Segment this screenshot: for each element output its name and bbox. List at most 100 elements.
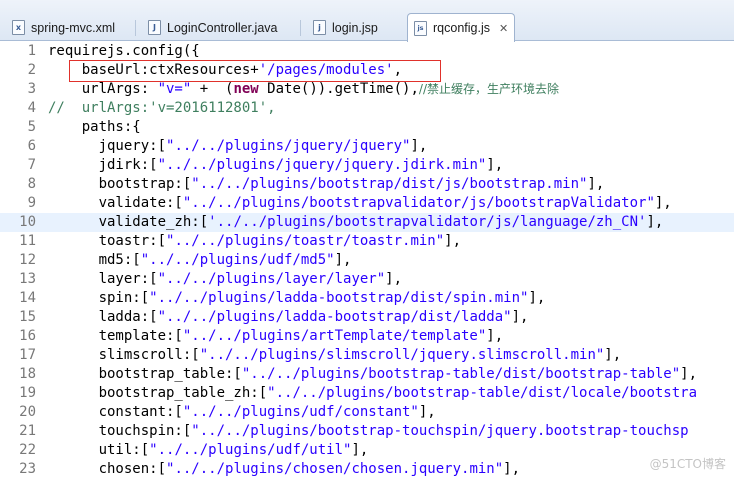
code-token: ],	[654, 195, 672, 211]
code-token: ],	[486, 328, 504, 344]
close-tab-icon[interactable]: ✕	[499, 22, 508, 35]
code-token: bootstrap_table:[	[48, 366, 242, 382]
line-number: 22	[19, 442, 36, 458]
tab-label: spring-mvc.xml	[31, 20, 116, 35]
line-number: 12	[19, 252, 36, 268]
tab-label: rqconfig.js	[433, 21, 490, 35]
code-line[interactable]: 23 chosen:["../../plugins/chosen/chosen.…	[0, 460, 734, 479]
line-code: validate_zh:['../../plugins/bootstrapval…	[48, 213, 664, 232]
code-token: touchspin:[	[48, 423, 192, 439]
line-code: ladda:["../../plugins/ladda-bootstrap/di…	[48, 308, 529, 327]
code-line[interactable]: 3 urlArgs: "v=" + (new Date()).getTime()…	[0, 80, 734, 99]
code-token: "../../plugins/bootstrap-table/dist/boot…	[241, 366, 681, 382]
code-line[interactable]: 15 ladda:["../../plugins/ladda-bootstrap…	[0, 308, 734, 327]
code-token: + (	[191, 81, 234, 97]
code-token: new	[233, 81, 259, 97]
code-token: jquery:[	[48, 138, 167, 154]
line-number: 15	[19, 309, 36, 325]
code-line[interactable]: 20 constant:["../../plugins/udf/constant…	[0, 403, 734, 422]
editor-tab-bar: x spring-mvc.xml J LoginController.java …	[0, 0, 734, 42]
line-code: bootstrap:["../../plugins/bootstrap/dist…	[48, 175, 605, 194]
line-code: layer:["../../plugins/layer/layer"],	[48, 270, 402, 289]
code-token: "../../plugins/jquery/jquery"	[166, 138, 411, 154]
line-code: bootstrap_table:["../../plugins/bootstra…	[48, 365, 697, 384]
code-line[interactable]: 6 jquery:["../../plugins/jquery/jquery"]…	[0, 137, 734, 156]
code-token: ],	[511, 309, 529, 325]
code-token: ladda:[	[48, 309, 158, 325]
line-number: 20	[19, 404, 36, 420]
code-token: ],	[444, 233, 462, 249]
line-number: 7	[27, 157, 36, 173]
tab-separator	[300, 20, 301, 36]
line-number: 10	[19, 214, 36, 230]
tab-label: login.jsp	[332, 20, 378, 35]
tab-rqconfig-js[interactable]: js rqconfig.js ✕	[407, 13, 515, 42]
code-line[interactable]: 7 jdirk:["../../plugins/jquery/jquery.jd…	[0, 156, 734, 175]
line-code: chosen:["../../plugins/chosen/chosen.jqu…	[48, 460, 520, 479]
code-token: "../../plugins/jquery/jquery.jdirk.min"	[157, 157, 487, 173]
code-line[interactable]: 17 slimscroll:["../../plugins/slimscroll…	[0, 346, 734, 365]
code-token: ],	[334, 252, 352, 268]
code-line[interactable]: 13 layer:["../../plugins/layer/layer"],	[0, 270, 734, 289]
code-token: "v="	[157, 81, 192, 97]
java-file-icon: J	[148, 20, 161, 35]
line-code: paths:{	[48, 118, 141, 137]
code-token: ],	[528, 290, 546, 306]
code-token: "../../plugins/ladda-bootstrap/dist/ladd…	[157, 309, 512, 325]
line-number: 23	[19, 461, 36, 477]
tab-login-controller-java[interactable]: J LoginController.java	[142, 14, 278, 41]
code-token: //禁止缓存，生产环境去除	[418, 82, 559, 96]
code-token: ],	[410, 138, 428, 154]
line-code: bootstrap_table_zh:["../../plugins/boots…	[48, 384, 697, 403]
code-line[interactable]: 9 validate:["../../plugins/bootstrapvali…	[0, 194, 734, 213]
code-line[interactable]: 8 bootstrap:["../../plugins/bootstrap/di…	[0, 175, 734, 194]
code-line[interactable]: 18 bootstrap_table:["../../plugins/boots…	[0, 365, 734, 384]
tab-separator	[135, 20, 136, 36]
code-token: "../../plugins/udf/md5"	[140, 252, 335, 268]
tab-login-jsp[interactable]: j login.jsp	[307, 14, 378, 41]
code-token: ],	[680, 366, 698, 382]
line-code: touchspin:["../../plugins/bootstrap-touc…	[48, 422, 689, 441]
line-number: 17	[19, 347, 36, 363]
code-token: requirejs.config({	[48, 43, 200, 59]
line-code: slimscroll:["../../plugins/slimscroll/jq…	[48, 346, 622, 365]
code-line[interactable]: 5 paths:{	[0, 118, 734, 137]
code-token: bootstrap_table_zh:[	[48, 385, 268, 401]
line-code: requirejs.config({	[48, 42, 200, 61]
line-code: util:["../../plugins/udf/util"],	[48, 441, 369, 460]
code-token: // urlArgs:'v=2016112801',	[48, 100, 276, 116]
line-number: 3	[27, 81, 36, 97]
code-token: slimscroll:[	[48, 347, 200, 363]
code-line[interactable]: 10 validate_zh:['../../plugins/bootstrap…	[0, 213, 734, 232]
code-token: ],	[418, 404, 436, 420]
line-number: 14	[19, 290, 36, 306]
code-token: layer:[	[48, 271, 158, 287]
line-code: constant:["../../plugins/udf/constant"],	[48, 403, 436, 422]
code-token: "../../plugins/slimscroll/jquery.slimscr…	[199, 347, 605, 363]
code-line[interactable]: 4 // urlArgs:'v=2016112801',	[0, 99, 734, 118]
line-code: jquery:["../../plugins/jquery/jquery"],	[48, 137, 428, 156]
line-number: 21	[19, 423, 36, 439]
code-line[interactable]: 16 template:["../../plugins/artTemplate/…	[0, 327, 734, 346]
code-editor[interactable]: 1 requirejs.config({2 baseUrl:ctxResource…	[0, 42, 734, 480]
jsp-file-icon: j	[313, 20, 326, 35]
code-line[interactable]: 21 touchspin:["../../plugins/bootstrap-t…	[0, 422, 734, 441]
code-line[interactable]: 19 bootstrap_table_zh:["../../plugins/bo…	[0, 384, 734, 403]
code-line[interactable]: 12 md5:["../../plugins/udf/md5"],	[0, 251, 734, 270]
code-line[interactable]: 14 spin:["../../plugins/ladda-bootstrap/…	[0, 289, 734, 308]
code-token: "../../plugins/ladda-bootstrap/dist/spin…	[149, 290, 529, 306]
line-code: toastr:["../../plugins/toastr/toastr.min…	[48, 232, 461, 251]
line-number: 2	[27, 62, 36, 78]
code-line[interactable]: 1 requirejs.config({	[0, 42, 734, 61]
line-number: 16	[19, 328, 36, 344]
code-token: bootstrap:[	[48, 176, 192, 192]
code-line[interactable]: 22 util:["../../plugins/udf/util"],	[0, 441, 734, 460]
line-code: md5:["../../plugins/udf/md5"],	[48, 251, 352, 270]
line-code: urlArgs: "v=" + (new Date()).getTime(),/…	[48, 80, 559, 99]
code-token: spin:[	[48, 290, 150, 306]
js-file-icon: js	[414, 20, 427, 36]
code-line[interactable]: 11 toastr:["../../plugins/toastr/toastr.…	[0, 232, 734, 251]
tab-spring-mvc-xml[interactable]: x spring-mvc.xml	[6, 14, 115, 41]
code-token: "../../plugins/toastr/toastr.min"	[166, 233, 445, 249]
code-token: Date()).getTime(),	[258, 81, 419, 97]
